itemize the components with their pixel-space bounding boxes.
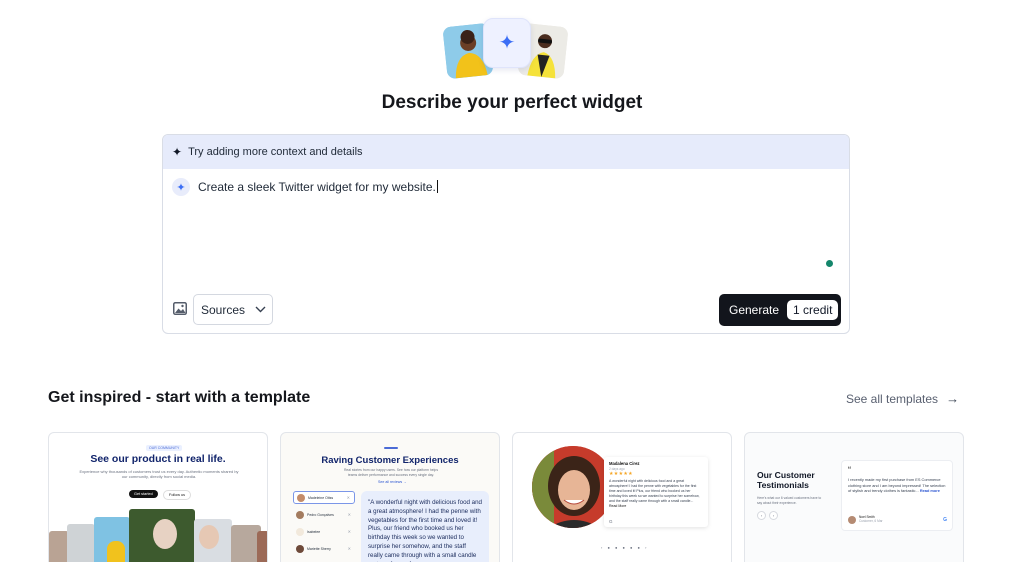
template-heading: Our Customer Testimonials: [757, 470, 815, 491]
avatar: [296, 544, 304, 553]
quote-icon: “: [848, 465, 851, 475]
hero-illustration: ✦: [442, 18, 571, 80]
testimonial-body: I recently made my first purchase from E…: [848, 477, 946, 494]
template-primary-button: Get started: [129, 490, 158, 498]
google-icon: G: [609, 519, 613, 524]
template-secondary-button: Follow us: [163, 490, 192, 500]
image-upload-icon[interactable]: [173, 302, 189, 316]
chevron-down-icon: [255, 304, 266, 316]
prompt-card: ✦ Try adding more context and details ✦ …: [162, 134, 850, 334]
hint-text: Try adding more context and details: [188, 146, 363, 158]
status-indicator-dot: [826, 260, 833, 267]
author-meta: Customer, 6 Mar: [859, 519, 883, 523]
list-item: Isabelee ✕: [293, 525, 355, 538]
prev-arrow-icon: ‹: [757, 511, 766, 520]
arrow-right-icon: →: [946, 391, 960, 406]
review-body: A wonderful night with delicious food an…: [609, 479, 700, 503]
list-item: Pedro Gonçalves ✕: [293, 508, 355, 521]
avatar: [296, 510, 304, 519]
template-heading: See our product in real life.: [90, 453, 226, 465]
see-all-templates-link[interactable]: See all templates →: [846, 391, 959, 406]
template-subtext: Experience why thousands of customers tr…: [79, 469, 239, 480]
template-card-community[interactable]: OUR COMMUNITY See our product in real li…: [48, 432, 268, 562]
next-arrow-icon: ›: [769, 511, 778, 520]
template-card-review-spotlight[interactable]: Madalena Cirez 2 days ago ★★★★★ A wonder…: [512, 432, 732, 562]
hint-bar: ✦ Try adding more context and details: [163, 135, 849, 169]
testimonial-card: “ I recently made my first purchase from…: [841, 460, 953, 531]
hero-sparkle-tile: ✦: [483, 18, 531, 68]
sources-label: Sources: [201, 302, 246, 317]
prompt-input[interactable]: ✦ Create a sleek Twitter widget for my w…: [172, 178, 438, 196]
sparkle-icon: ✦: [172, 145, 183, 159]
credit-badge: 1 credit: [787, 300, 839, 320]
page-title: Describe your perfect widget: [381, 92, 643, 113]
carousel-dots: ‹ ● ● ● ● ● ›: [601, 545, 649, 550]
template-link: See all reviews →: [378, 480, 407, 484]
template-accent-bar: [384, 447, 398, 449]
text-caret: [436, 180, 438, 193]
avatar: [848, 516, 856, 524]
template-card-customer-experiences[interactable]: Raving Customer Experiences Real stories…: [280, 432, 500, 562]
list-item: Mariette Sherry ✕: [293, 542, 355, 555]
avatar: [296, 527, 304, 536]
template-subtext: Real stories from our happy users. See h…: [343, 468, 439, 477]
templates-section-title: Get inspired - start with a template: [48, 389, 311, 406]
google-icon: G: [943, 517, 947, 523]
ai-sparkle-icon: ✦: [172, 178, 190, 196]
star-rating: ★★★★★: [609, 471, 633, 477]
template-heading: Raving Customer Experiences: [321, 455, 459, 466]
template-reviewer-list: Madeleine Otiss ✕ Pedro Gonçalves ✕ Isabel…: [293, 491, 355, 559]
template-card-testimonials[interactable]: Our Customer Testimonials Here's what ou…: [744, 432, 964, 562]
template-quote: "A wonderful night with delicious food a…: [361, 491, 489, 562]
template-subtext: Here's what our 6 valued customers have …: [757, 496, 822, 505]
reviewer-name: Madalena Cirez: [609, 461, 640, 466]
list-item: Madeleine Otiss ✕: [293, 491, 355, 504]
read-more-link: Read More: [609, 504, 627, 509]
sources-dropdown[interactable]: Sources: [193, 294, 273, 325]
avatar: [297, 493, 305, 502]
template-review-card: Madalena Cirez 2 days ago ★★★★★ A wonder…: [604, 457, 708, 527]
generate-button[interactable]: Generate 1 credit: [719, 294, 841, 326]
prompt-text[interactable]: Create a sleek Twitter widget for my web…: [198, 180, 438, 194]
testimonial-author: Noel Smith Customer, 6 Mar: [848, 515, 883, 524]
template-photo-strip: [49, 509, 267, 562]
see-all-label: See all templates: [846, 391, 939, 406]
template-reviewer-photo: [532, 446, 614, 528]
template-tag: OUR COMMUNITY: [146, 445, 183, 451]
sparkle-icon: ✦: [498, 32, 516, 54]
generate-label: Generate: [729, 303, 780, 317]
